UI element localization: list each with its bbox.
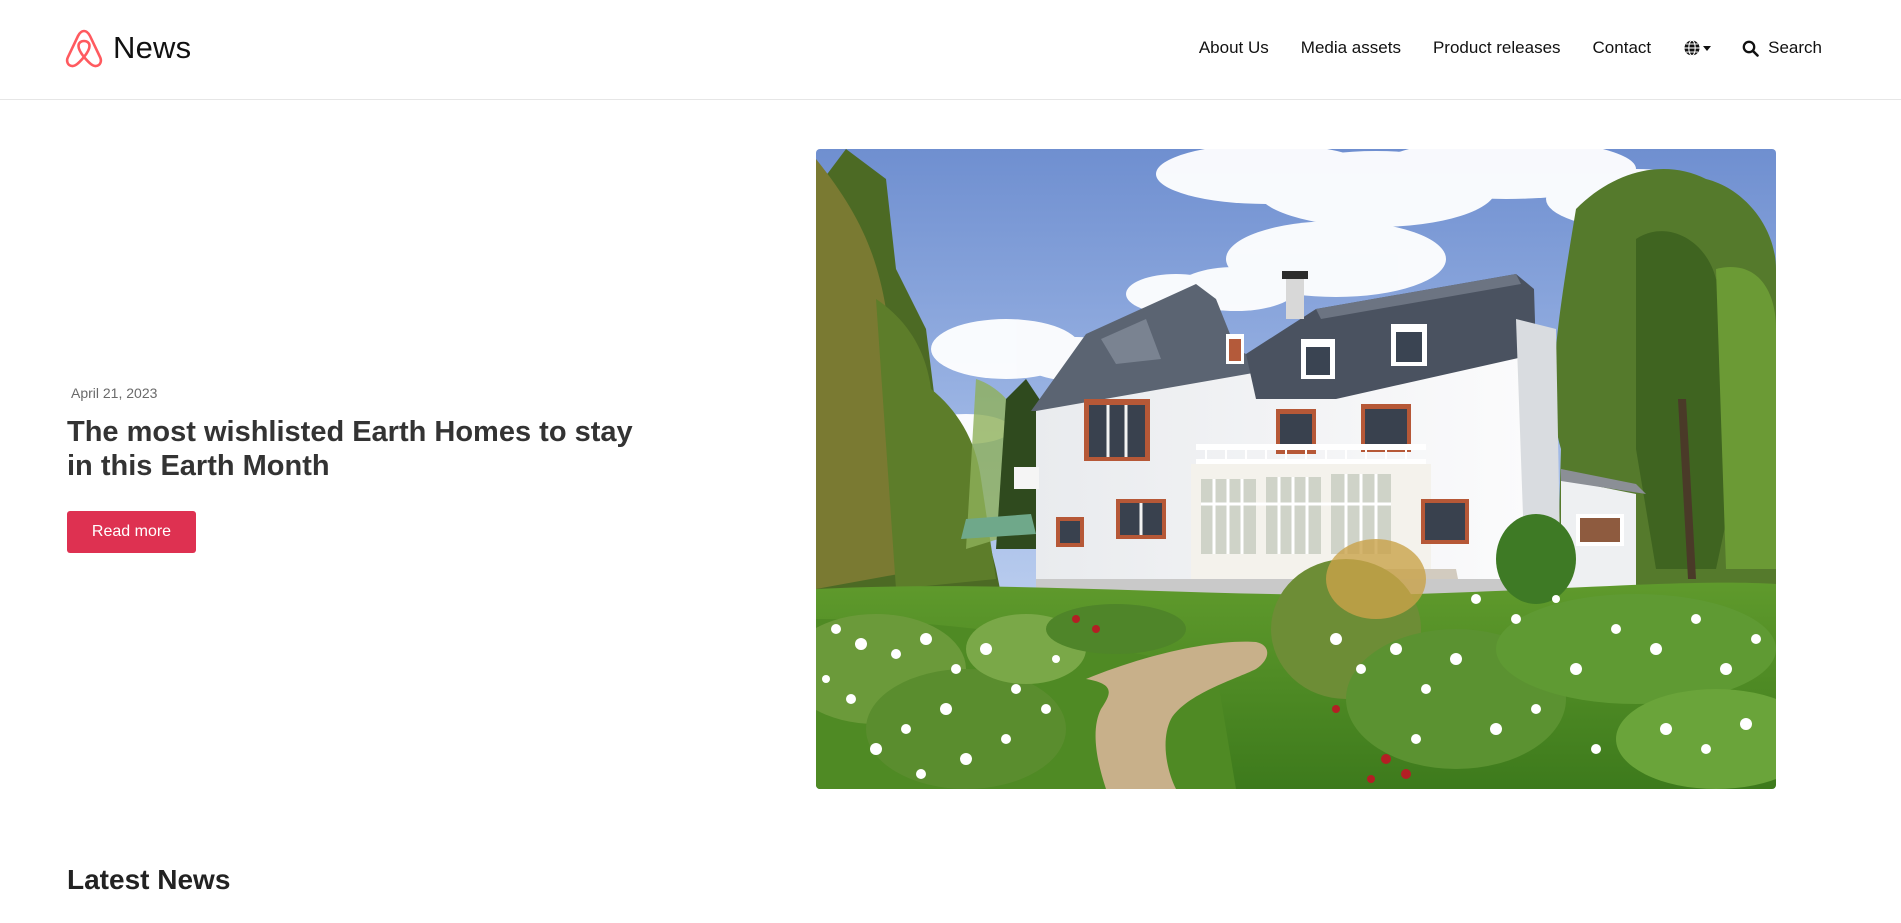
brand-name: News — [113, 30, 192, 65]
nav-link-product-releases[interactable]: Product releases — [1433, 38, 1561, 58]
globe-icon — [1684, 39, 1700, 57]
latest-news-heading: Latest News — [67, 864, 231, 895]
house-garden-image — [816, 149, 1776, 789]
airbnb-belo-icon — [65, 29, 103, 68]
chevron-down-icon — [1703, 45, 1712, 51]
search-label: Search — [1768, 38, 1822, 57]
featured-article: April 21, 2023 The most wishlisted Earth… — [67, 385, 647, 483]
site-header: News About Us Media assets Product relea… — [0, 0, 1901, 100]
featured-article-image[interactable] — [816, 149, 1776, 789]
nav-link-media-assets[interactable]: Media assets — [1301, 38, 1401, 58]
brand-home-link[interactable]: News — [64, 26, 191, 70]
language-selector[interactable] — [1683, 39, 1712, 57]
nav-link-about-us[interactable]: About Us — [1199, 38, 1269, 58]
article-date: April 21, 2023 — [71, 385, 158, 401]
search-button[interactable]: Search — [1742, 38, 1822, 58]
read-more-button[interactable]: Read more — [67, 511, 196, 553]
nav-link-contact[interactable]: Contact — [1593, 38, 1652, 58]
search-icon — [1742, 40, 1759, 57]
article-title[interactable]: The most wishlisted Earth Homes to stay … — [67, 415, 647, 483]
main-nav: About Us Media assets Product releases C… — [1199, 36, 1822, 60]
